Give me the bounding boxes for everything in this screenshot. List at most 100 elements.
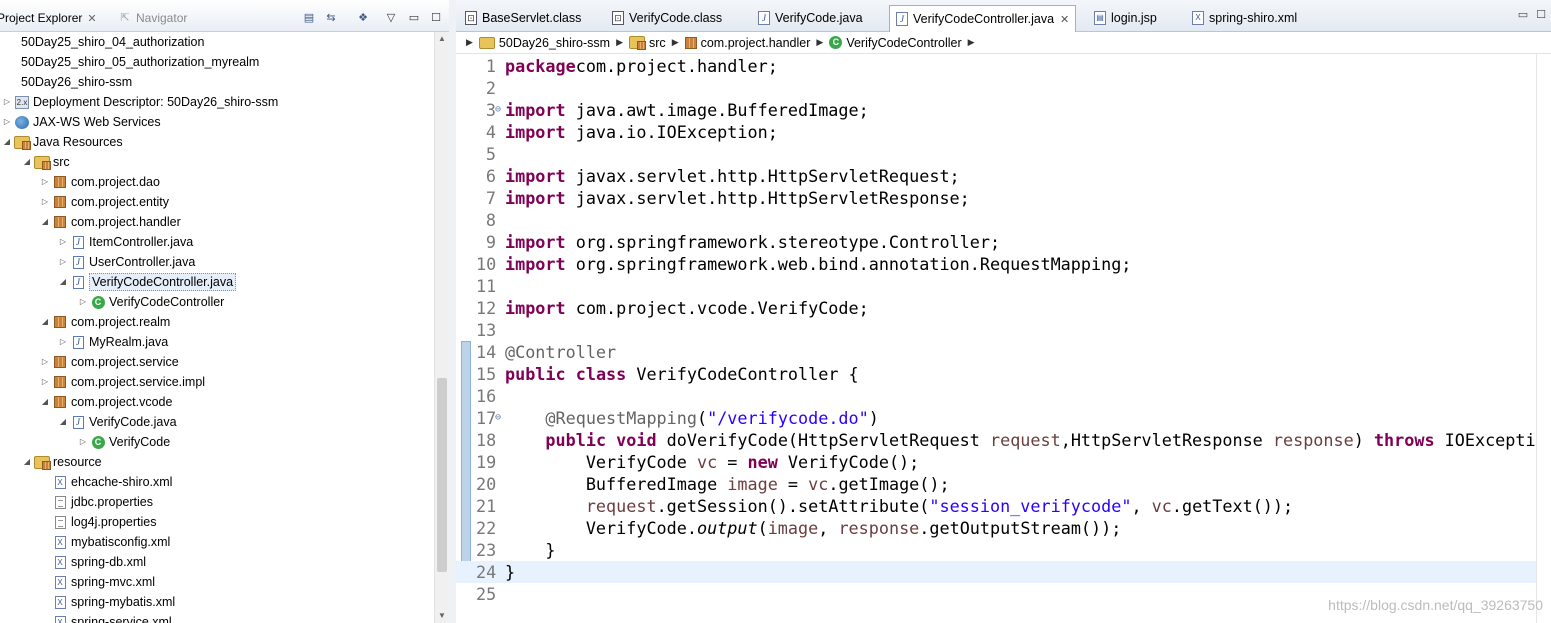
code-line[interactable]: 21 request.getSession().setAttribute("se… [456, 495, 1536, 517]
code-line[interactable]: 7 import javax.servlet.http.HttpServletRe… [456, 187, 1536, 209]
tree-item[interactable]: ◢ com.project.handler [40, 212, 181, 232]
breadcrumb-arrow-icon[interactable]: ▶ [968, 37, 975, 48]
code-line[interactable]: 12 import com.project.vcode.VerifyCode; [456, 297, 1536, 319]
fold-toggle-icon[interactable]: ⊖ [495, 407, 505, 429]
collapsed-arrow-icon[interactable]: ▷ [2, 92, 12, 112]
tree-item[interactable]: log4j.properties [40, 512, 156, 532]
code-line[interactable]: 15 public class VerifyCodeController { [456, 363, 1536, 385]
close-icon[interactable]: ✕ [87, 12, 96, 25]
editor-tab-verifycode-java[interactable]: J VerifyCode.java [752, 6, 869, 30]
code-line[interactable]: 11 [456, 275, 1536, 297]
tree-item[interactable]: ◢ com.project.vcode [40, 392, 173, 412]
tree-item[interactable]: ▷ 2.x Deployment Descriptor: 50Day26_shiro… [2, 92, 278, 112]
breadcrumb-arrow-icon[interactable]: ▶ [672, 37, 679, 48]
tree-item[interactable]: ▷ C VerifyCodeController [78, 292, 224, 312]
tree-item[interactable]: Xspring-service.xml [40, 612, 172, 623]
collapsed-arrow-icon[interactable]: ▷ [40, 192, 50, 212]
breadcrumb-arrow-icon[interactable]: ▶ [616, 37, 623, 48]
editor-overview-ruler[interactable] [1536, 54, 1551, 623]
code-line[interactable]: 9 import org.springframework.stereotype.C… [456, 231, 1536, 253]
tab-navigator[interactable]: ⇱ Navigator [118, 8, 187, 28]
minimize-icon[interactable]: ▭ [1516, 9, 1530, 21]
tree-item[interactable]: Xehcache-shiro.xml [40, 472, 172, 492]
editor-tab-verifycodecontroller[interactable]: J VerifyCodeController.java ✕ [889, 5, 1077, 32]
breadcrumb-item-class[interactable]: C VerifyCodeController [829, 36, 962, 50]
code-line[interactable]: 13 [456, 319, 1536, 341]
expanded-arrow-icon[interactable]: ◢ [22, 152, 32, 172]
tree-item[interactable]: ◢ com.project.realm [40, 312, 170, 332]
editor-tab-spring-shiro[interactable]: X spring-shiro.xml [1186, 6, 1303, 30]
code-line[interactable]: 5 [456, 143, 1536, 165]
code-line[interactable]: 24} [456, 561, 1536, 583]
breadcrumb-item-project[interactable]: 50Day26_shiro-ssm [478, 36, 610, 50]
tree-item[interactable]: ◢ J VerifyCode.java [58, 412, 177, 432]
code-line[interactable]: 14 @Controller [456, 341, 1536, 363]
tree-item[interactable]: ▷ J MyRealm.java [58, 332, 168, 352]
expanded-arrow-icon[interactable]: ◢ [2, 132, 12, 152]
tree-item[interactable]: Xspring-mvc.xml [40, 572, 155, 592]
code-editor[interactable]: 1 packagecom.project.handler; 2 3 ⊖ import ja… [456, 54, 1536, 623]
code-line[interactable]: 10 import org.springframework.web.bind.an… [456, 253, 1536, 275]
editor-tab-verifycode-class[interactable]: ⊡ VerifyCode.class [606, 6, 728, 30]
tree-item[interactable]: jdbc.properties [40, 492, 153, 512]
tree-item[interactable]: ▷ com.project.service.impl [40, 372, 205, 392]
code-line[interactable]: 18 public void doVerifyCode(HttpServletR… [456, 429, 1536, 451]
breadcrumb-arrow-icon[interactable]: ▶ [466, 37, 473, 48]
code-line[interactable]: 6 import javax.servlet.http.HttpServletRe… [456, 165, 1536, 187]
panel-splitter[interactable] [449, 0, 456, 623]
focus-icon[interactable]: ❖ [355, 10, 371, 24]
tree-item[interactable]: 50Day26_shiro-ssm [0, 72, 132, 92]
collapsed-arrow-icon[interactable]: ▷ [58, 332, 68, 352]
tree-item[interactable]: Xmybatisconfig.xml [40, 532, 170, 552]
tree-item[interactable]: ▷ com.project.dao [40, 172, 160, 192]
tree-item[interactable]: Xspring-db.xml [40, 552, 146, 572]
collapsed-arrow-icon[interactable]: ▷ [40, 372, 50, 392]
code-line[interactable]: 2 [456, 77, 1536, 99]
scroll-down-icon[interactable]: ▼ [435, 609, 449, 623]
code-line[interactable]: 22 VerifyCode.output(image, response.get… [456, 517, 1536, 539]
code-line[interactable]: 3 ⊖ import java.awt.image.BufferedImage; [456, 99, 1536, 121]
editor-tab-baseservlet[interactable]: ⊡ BaseServlet.class [459, 6, 587, 30]
tree-item[interactable]: ◢ Java Resources [2, 132, 123, 152]
tree-item[interactable]: ▷ J ItemController.java [58, 232, 193, 252]
code-line[interactable]: 4 import java.io.IOException; [456, 121, 1536, 143]
expanded-arrow-icon[interactable]: ◢ [40, 392, 50, 412]
tree-item[interactable]: 50Day25_shiro_04_authorization [0, 32, 204, 52]
minimize-icon[interactable]: ▭ [406, 10, 422, 24]
expanded-arrow-icon[interactable]: ◢ [22, 452, 32, 472]
close-icon[interactable]: ✕ [1060, 13, 1069, 26]
collapsed-arrow-icon[interactable]: ▷ [40, 172, 50, 192]
tree-item[interactable]: ▷ JAX-WS Web Services [2, 112, 161, 132]
tree-item[interactable]: ▷ C VerifyCode [78, 432, 170, 452]
breadcrumb-arrow-icon[interactable]: ▶ [816, 37, 823, 48]
code-line[interactable]: 23 } [456, 539, 1536, 561]
editor-tab-login-jsp[interactable]: ▤ login.jsp [1088, 6, 1163, 30]
collapsed-arrow-icon[interactable]: ▷ [78, 432, 88, 452]
expanded-arrow-icon[interactable]: ◢ [40, 212, 50, 232]
collapsed-arrow-icon[interactable]: ▷ [40, 352, 50, 372]
collapsed-arrow-icon[interactable]: ▷ [78, 292, 88, 312]
tree-item[interactable]: ▷ com.project.entity [40, 192, 169, 212]
tree-item[interactable]: 50Day25_shiro_05_authorization_myrealm [0, 52, 259, 72]
expanded-arrow-icon[interactable]: ◢ [58, 412, 68, 432]
collapsed-arrow-icon[interactable]: ▷ [2, 112, 12, 132]
expanded-arrow-icon[interactable]: ◢ [40, 312, 50, 332]
left-scrollbar[interactable]: ▲ ▼ [434, 32, 449, 623]
tree-item[interactable]: ◢ J VerifyCodeController.java [58, 272, 237, 292]
tab-project-explorer[interactable]: Project Explorer ✕ [0, 8, 97, 28]
collapsed-arrow-icon[interactable]: ▷ [58, 252, 68, 272]
tree-item[interactable]: ▷ J UserController.java [58, 252, 195, 272]
maximize-icon[interactable]: ☐ [428, 10, 444, 24]
tree-item[interactable]: ▷ com.project.service [40, 352, 179, 372]
breadcrumb-item-package[interactable]: com.project.handler [684, 36, 810, 50]
code-line[interactable]: 17 ⊖ @RequestMapping("/verifycode.do") [456, 407, 1536, 429]
scroll-up-icon[interactable]: ▲ [435, 32, 449, 46]
code-line[interactable]: 20 BufferedImage image = vc.getImage(); [456, 473, 1536, 495]
breadcrumb-item-src[interactable]: src [629, 36, 666, 50]
fold-toggle-icon[interactable]: ⊖ [495, 99, 505, 121]
view-menu-icon[interactable]: ▽ [383, 10, 399, 24]
tree-item[interactable]: Xspring-mybatis.xml [40, 592, 175, 612]
link-with-editor-icon[interactable]: ⇆ [323, 10, 339, 24]
maximize-icon[interactable]: ☐ [1534, 9, 1548, 21]
tree-item[interactable]: ◢ resource [22, 452, 102, 472]
